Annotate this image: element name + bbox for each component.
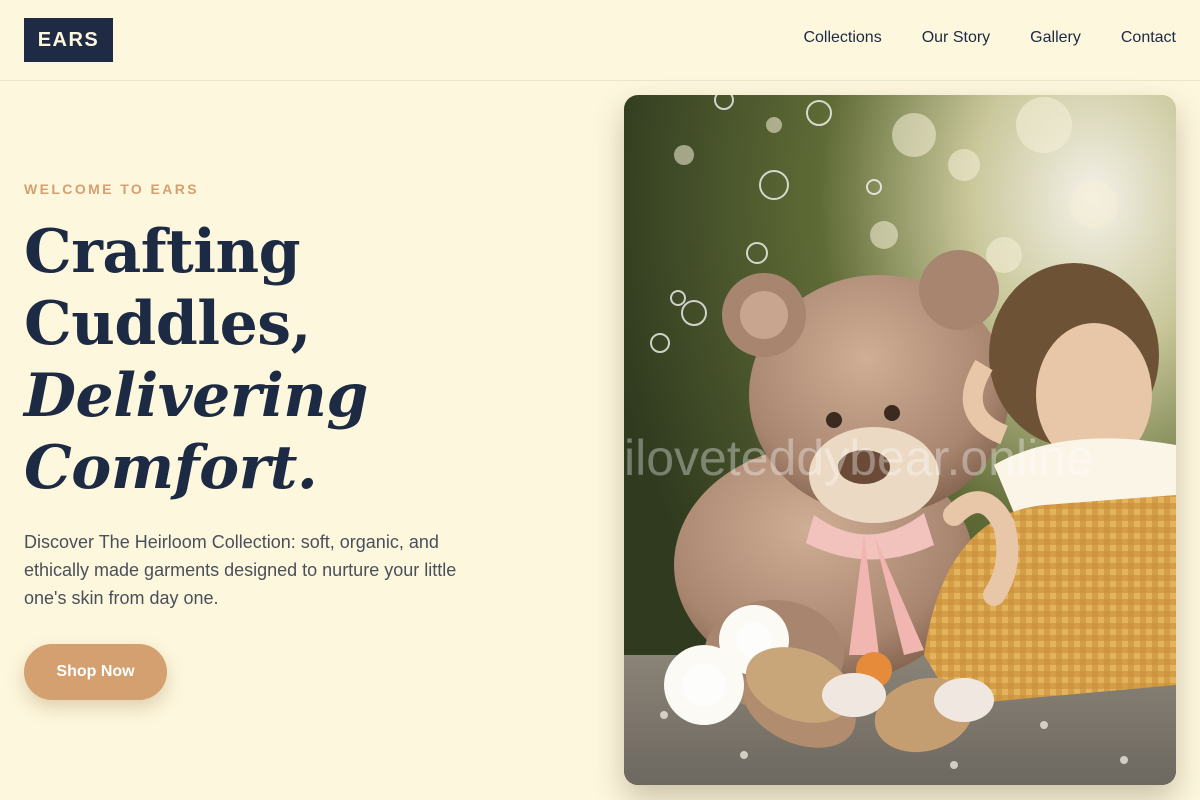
brand-logo[interactable]: EARS: [24, 18, 113, 62]
nav-link-gallery[interactable]: Gallery: [1030, 28, 1081, 48]
hero-image: iloveteddybear.online: [624, 95, 1176, 785]
nav-link-collections[interactable]: Collections: [803, 28, 881, 48]
image-watermark: iloveteddybear.online: [624, 430, 1094, 486]
nav-link-contact[interactable]: Contact: [1121, 28, 1176, 48]
headline-line-1: Crafting: [24, 217, 301, 287]
headline-line-3: Delivering: [24, 361, 368, 431]
headline-line-4: Comfort.: [24, 433, 318, 503]
site-header: EARS Collections Our Story Gallery Conta…: [0, 0, 1200, 81]
headline-line-2: Cuddles,: [24, 289, 311, 359]
main-nav: Collections Our Story Gallery Contact: [803, 28, 1176, 48]
hero-eyebrow: WELCOME TO EARS: [24, 181, 199, 197]
shop-now-button[interactable]: Shop Now: [24, 644, 167, 700]
hero-description: Discover The Heirloom Collection: soft, …: [24, 532, 457, 608]
hero-headline: Crafting Cuddles, Delivering Comfort.: [24, 216, 368, 504]
nav-link-our-story[interactable]: Our Story: [922, 28, 990, 48]
